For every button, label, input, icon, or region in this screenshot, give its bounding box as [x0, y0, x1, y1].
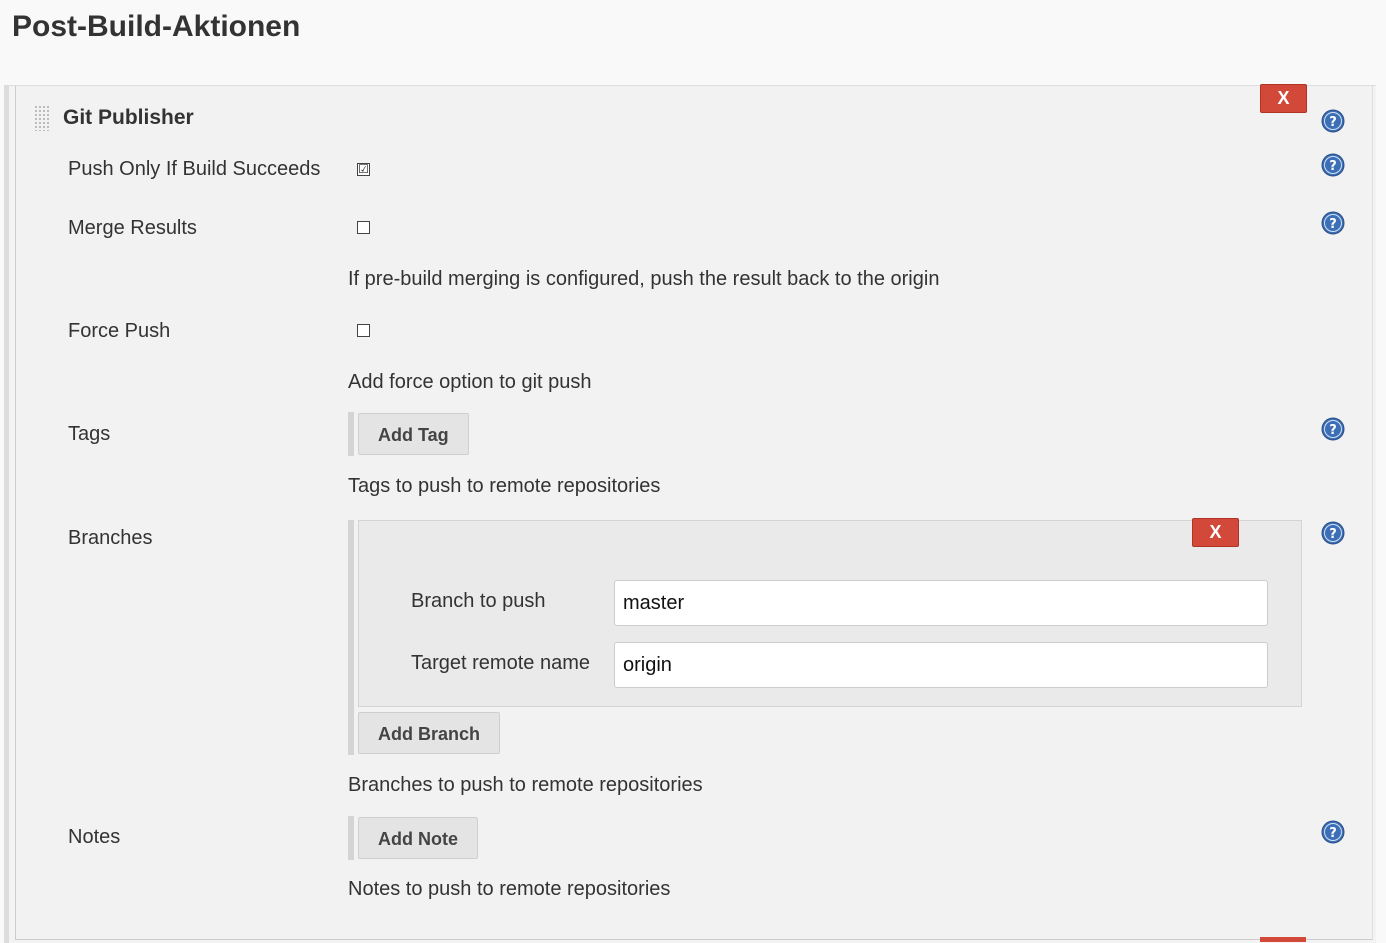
svg-text:?: ? [1329, 159, 1337, 174]
checkmark-icon: ☑ [358, 162, 369, 176]
merge-results-label: Merge Results [68, 217, 197, 239]
notes-description: Notes to push to remote repositories [348, 878, 671, 900]
add-branch-button[interactable]: Add Branch [358, 712, 501, 754]
add-note-button[interactable]: Add Note [358, 817, 478, 859]
branches-description: Branches to push to remote repositories [348, 774, 703, 796]
drag-handle-icon[interactable] [34, 105, 51, 131]
tags-description: Tags to push to remote repositories [348, 475, 661, 497]
svg-text:?: ? [1329, 527, 1337, 542]
merge-results-description: If pre-build merging is configured, push… [348, 268, 940, 290]
push-only-label: Push Only If Build Succeeds [68, 158, 321, 180]
target-remote-input[interactable] [614, 642, 1268, 688]
svg-text:?: ? [1329, 826, 1337, 841]
force-push-checkbox[interactable] [357, 324, 370, 337]
tags-repeat-bar [348, 412, 354, 456]
tags-label: Tags [68, 423, 111, 445]
branches-repeat-bar [348, 520, 354, 755]
delete-publisher-button[interactable]: X [1260, 84, 1307, 113]
help-icon[interactable]: ? [1321, 109, 1345, 133]
branches-label: Branches [68, 527, 153, 549]
delete-branch-button[interactable]: X [1192, 518, 1239, 547]
notes-label: Notes [68, 826, 121, 848]
svg-text:?: ? [1329, 423, 1337, 438]
force-push-label: Force Push [68, 320, 171, 342]
help-icon[interactable]: ? [1321, 153, 1345, 177]
notes-repeat-bar [348, 816, 354, 860]
add-tag-button[interactable]: Add Tag [358, 413, 469, 455]
svg-text:?: ? [1329, 115, 1337, 130]
publisher-section [15, 86, 1373, 940]
push-only-checkbox[interactable]: ☑ [357, 163, 370, 176]
help-icon[interactable]: ? [1321, 417, 1345, 441]
branch-to-push-label: Branch to push [411, 590, 546, 612]
help-icon[interactable]: ? [1321, 211, 1345, 235]
force-push-description: Add force option to git push [348, 371, 592, 393]
help-icon[interactable]: ? [1321, 521, 1345, 545]
merge-results-checkbox[interactable] [357, 221, 370, 234]
target-remote-label: Target remote name [411, 652, 590, 674]
branch-to-push-input[interactable] [614, 580, 1268, 626]
help-icon[interactable]: ? [1321, 820, 1345, 844]
publisher-name: Git Publisher [63, 106, 194, 129]
svg-text:?: ? [1329, 217, 1337, 232]
next-delete-button-edge[interactable] [1260, 937, 1306, 942]
page-title: Post-Build-Aktionen [12, 10, 301, 43]
